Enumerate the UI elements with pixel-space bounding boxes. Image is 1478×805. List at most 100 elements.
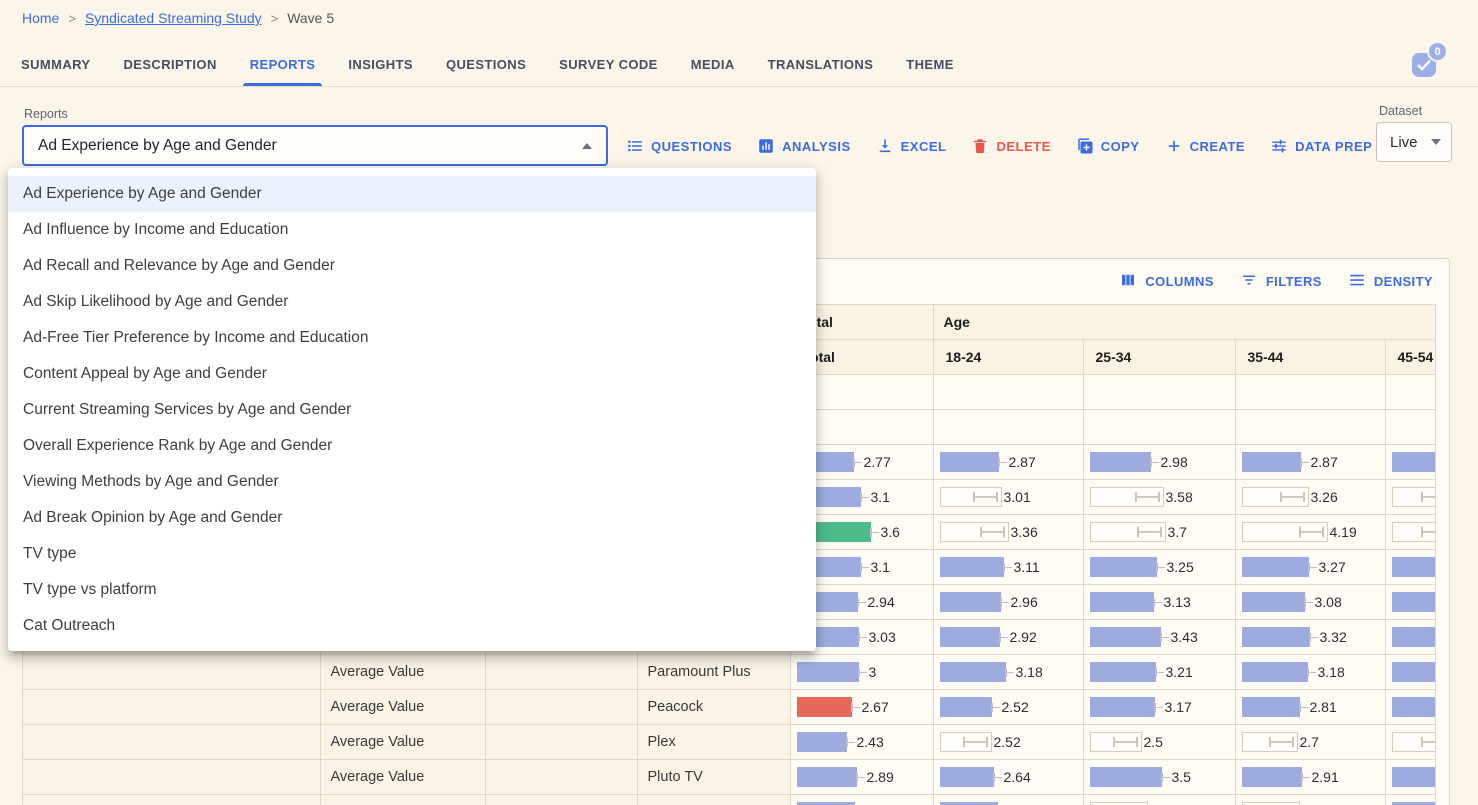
group-header-age[interactable]: Age bbox=[933, 305, 1435, 340]
column-header-25-34[interactable]: 25-34 bbox=[1083, 340, 1235, 375]
pinned-cell bbox=[637, 795, 790, 805]
report-option[interactable]: Ad Break Opinion by Age and Gender bbox=[8, 500, 816, 536]
value-cell: 2.52 bbox=[933, 725, 1083, 760]
badge-count: 0 bbox=[1427, 41, 1448, 62]
error-whisker bbox=[1150, 457, 1159, 468]
pinned-cell: Plex bbox=[637, 725, 790, 760]
tab-questions[interactable]: QUESTIONS bbox=[439, 45, 533, 85]
report-option[interactable]: Viewing Methods by Age and Gender bbox=[8, 464, 816, 500]
value-cell: 2.7 bbox=[1235, 725, 1385, 760]
value-cell: 3.18 bbox=[1235, 655, 1385, 690]
density-button[interactable]: DENSITY bbox=[1348, 271, 1433, 292]
error-whisker bbox=[1309, 632, 1318, 643]
value-cell bbox=[1385, 480, 1435, 515]
tab-translations[interactable]: TRANSLATIONS bbox=[761, 45, 881, 85]
report-option[interactable]: Cat Outreach bbox=[8, 608, 816, 644]
pinned-cell bbox=[485, 655, 637, 690]
report-actions-toolbar: QUESTIONS ANALYSIS EXCEL DELETE COPY CREATE DA… bbox=[626, 126, 1372, 166]
reports-select-label: Reports bbox=[24, 107, 68, 121]
excel-button[interactable]: EXCEL bbox=[876, 137, 947, 155]
error-whisker bbox=[860, 562, 869, 573]
error-whisker bbox=[1421, 527, 1435, 537]
error-whisker bbox=[1301, 772, 1310, 783]
value-cell: 3.43 bbox=[1083, 620, 1235, 655]
value-cell bbox=[1385, 620, 1435, 655]
report-option[interactable]: TV type bbox=[8, 536, 816, 572]
create-button[interactable]: CREATE bbox=[1165, 137, 1245, 155]
pinned-cell bbox=[23, 655, 320, 690]
value-cell: 2.98 bbox=[1083, 445, 1235, 480]
error-whisker bbox=[853, 457, 862, 468]
reports-select[interactable]: Ad Experience by Age and Gender bbox=[22, 125, 608, 166]
value-cell: 3.58 bbox=[1083, 480, 1235, 515]
report-option[interactable]: Content Appeal by Age and Gender bbox=[8, 356, 816, 392]
data-prep-button[interactable]: DATA PREP bbox=[1270, 137, 1372, 155]
value-cell bbox=[933, 795, 1083, 805]
error-whisker bbox=[1113, 737, 1138, 747]
pinned-cell: Average Value bbox=[320, 760, 485, 795]
value-cell bbox=[933, 375, 1083, 410]
table-row: Average ValuePlex2.432.522.52.7 bbox=[23, 725, 1435, 760]
column-header-35-44[interactable]: 35-44 bbox=[1235, 340, 1385, 375]
value-cell: 2.43 bbox=[790, 725, 933, 760]
column-header-18-24[interactable]: 18-24 bbox=[933, 340, 1083, 375]
tab-theme[interactable]: THEME bbox=[899, 45, 961, 85]
column-header-45-54[interactable]: 45-54 bbox=[1385, 340, 1435, 375]
value-cell: 2.87 bbox=[1235, 445, 1385, 480]
validation-check-badge[interactable]: 0 bbox=[1412, 52, 1452, 88]
value-cell bbox=[1385, 550, 1435, 585]
report-option[interactable]: Ad Influence by Income and Education bbox=[8, 212, 816, 248]
pinned-cell bbox=[23, 690, 320, 725]
error-whisker bbox=[860, 492, 869, 503]
tab-insights[interactable]: INSIGHTS bbox=[341, 45, 420, 85]
breadcrumb: Home > Syndicated Streaming Study > Wave… bbox=[22, 10, 334, 26]
error-whisker bbox=[1280, 492, 1305, 502]
value-cell: 4.19 bbox=[1235, 515, 1385, 550]
value-cell bbox=[1235, 795, 1385, 805]
breadcrumb-separator: > bbox=[68, 11, 76, 26]
report-option[interactable]: Ad-Free Tier Preference by Income and Ed… bbox=[8, 320, 816, 356]
trash-icon bbox=[971, 137, 989, 155]
error-whisker bbox=[846, 737, 855, 748]
error-whisker bbox=[1308, 562, 1317, 573]
error-whisker bbox=[858, 667, 867, 678]
plus-icon bbox=[1165, 137, 1183, 155]
pinned-cell: Paramount Plus bbox=[637, 655, 790, 690]
pinned-cell bbox=[320, 795, 485, 805]
tab-summary[interactable]: SUMMARY bbox=[14, 45, 97, 85]
report-option[interactable]: Overall Experience Rank by Age and Gende… bbox=[8, 428, 816, 464]
filters-button[interactable]: FILTERS bbox=[1240, 271, 1322, 292]
value-cell bbox=[1385, 725, 1435, 760]
report-option[interactable]: Ad Skip Likelihood by Age and Gender bbox=[8, 284, 816, 320]
error-whisker bbox=[851, 702, 860, 713]
value-cell: 2.67 bbox=[790, 690, 933, 725]
value-cell: 3 bbox=[790, 655, 933, 690]
pinned-cell bbox=[485, 690, 637, 725]
copy-button[interactable]: COPY bbox=[1076, 137, 1140, 155]
tab-media[interactable]: MEDIA bbox=[684, 45, 742, 85]
report-option[interactable]: Current Streaming Services by Age and Ge… bbox=[8, 392, 816, 428]
dataset-select[interactable]: Live bbox=[1376, 122, 1452, 162]
tab-description[interactable]: DESCRIPTION bbox=[116, 45, 223, 85]
breadcrumb-study-link[interactable]: Syndicated Streaming Study bbox=[85, 10, 262, 26]
analysis-button[interactable]: ANALYSIS bbox=[757, 137, 851, 155]
pinned-cell: Average Value bbox=[320, 690, 485, 725]
table-row: Average ValueParamount Plus33.183.213.18 bbox=[23, 655, 1435, 690]
report-option[interactable]: Ad Experience by Age and Gender bbox=[8, 176, 816, 212]
delete-button[interactable]: DELETE bbox=[971, 137, 1050, 155]
report-option[interactable]: Ad Recall and Relevance by Age and Gende… bbox=[8, 248, 816, 284]
value-cell: 2.91 bbox=[1235, 760, 1385, 795]
value-cell: 3.18 bbox=[933, 655, 1083, 690]
report-option[interactable]: TV type vs platform bbox=[8, 572, 816, 608]
questions-button[interactable]: QUESTIONS bbox=[626, 137, 732, 155]
value-cell bbox=[1385, 515, 1435, 550]
error-whisker bbox=[1155, 667, 1164, 678]
breadcrumb-home-link[interactable]: Home bbox=[22, 10, 59, 26]
tab-reports[interactable]: REPORTS bbox=[243, 45, 323, 85]
value-cell: 2.64 bbox=[933, 760, 1083, 795]
columns-button[interactable]: COLUMNS bbox=[1119, 271, 1214, 292]
tab-survey-code[interactable]: SURVEY CODE bbox=[552, 45, 665, 85]
dataset-label: Dataset bbox=[1379, 104, 1422, 118]
value-cell: 3.27 bbox=[1235, 550, 1385, 585]
divider bbox=[0, 86, 1478, 87]
